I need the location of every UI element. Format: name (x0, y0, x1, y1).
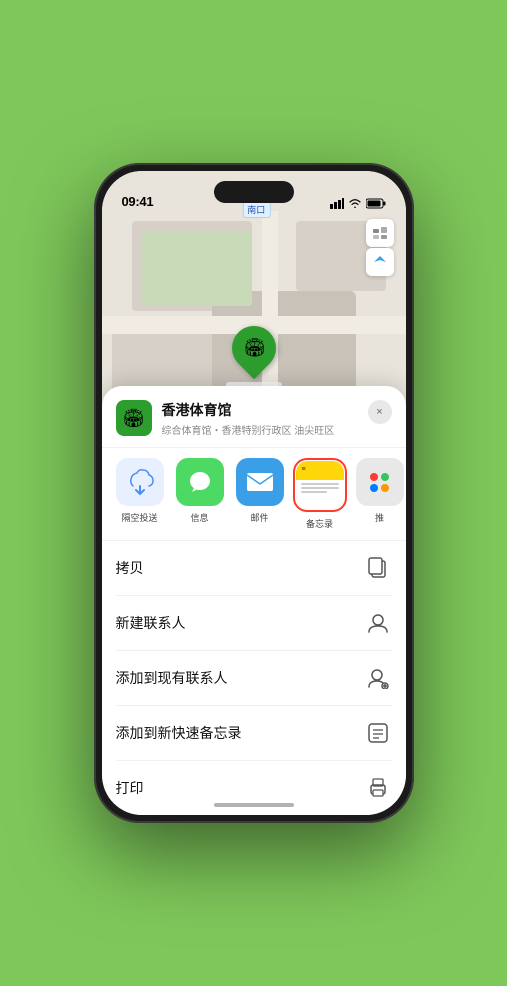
venue-subtitle: 综合体育馆・香港特别行政区 油尖旺区 (162, 422, 358, 437)
dot-yellow (381, 484, 389, 492)
mail-icon-bg (236, 458, 284, 506)
messages-icon-bg (176, 458, 224, 506)
print-label: 打印 (116, 778, 144, 798)
copy-svg-icon (368, 557, 388, 579)
more-dots-grid (366, 469, 393, 496)
add-notes-label: 添加到新快速备忘录 (116, 723, 242, 743)
airdrop-icon (126, 468, 154, 496)
share-item-more[interactable]: 推 (350, 458, 406, 530)
location-button[interactable] (366, 248, 394, 276)
share-item-mail[interactable]: 邮件 (230, 458, 290, 530)
mail-label: 邮件 (250, 511, 268, 524)
map-controls (366, 219, 394, 276)
action-new-contact[interactable]: 新建联系人 (116, 596, 392, 651)
copy-icon (364, 554, 392, 582)
share-item-notes[interactable]: ≡ 备忘录 (290, 458, 350, 530)
phone-frame: 09:41 (94, 163, 414, 823)
location-arrow-icon (373, 255, 387, 269)
share-item-messages[interactable]: 信息 (170, 458, 230, 530)
more-icon-bg (356, 458, 404, 506)
venue-info: 香港体育馆 综合体育馆・香港特别行政区 油尖旺区 (162, 400, 358, 437)
action-add-existing[interactable]: 添加到现有联系人 (116, 651, 392, 706)
more-label: 推 (375, 511, 384, 524)
messages-icon (186, 468, 214, 496)
notes-highlight-border: ≡ (293, 458, 347, 512)
marker-pin: 🏟 (222, 317, 284, 379)
share-item-airdrop[interactable]: 隔空投送 (110, 458, 170, 530)
notes-icon-bg: ≡ (296, 461, 344, 509)
signal-icon (330, 198, 344, 209)
new-contact-svg-icon (367, 612, 389, 634)
home-indicator (214, 803, 294, 807)
dot-blue (370, 484, 378, 492)
notes-label: 备忘录 (306, 517, 333, 530)
print-icon (364, 774, 392, 802)
action-copy[interactable]: 拷贝 (116, 541, 392, 596)
venue-header: 🏟 香港体育馆 综合体育馆・香港特别行政区 油尖旺区 × (102, 386, 406, 448)
new-contact-label: 新建联系人 (116, 613, 186, 633)
action-add-notes[interactable]: 添加到新快速备忘录 (116, 706, 392, 761)
action-list: 拷贝 新建联系人 (102, 541, 406, 815)
venue-name: 香港体育馆 (162, 400, 358, 420)
status-icons (330, 198, 386, 209)
battery-icon (366, 198, 386, 209)
venue-icon: 🏟 (116, 400, 152, 436)
add-existing-svg-icon (367, 667, 389, 689)
dot-green (381, 473, 389, 481)
copy-label: 拷贝 (116, 558, 144, 578)
add-notes-icon (364, 719, 392, 747)
add-existing-label: 添加到现有联系人 (116, 668, 228, 688)
dot-red (370, 473, 378, 481)
dynamic-island (214, 181, 294, 203)
map-green-area (142, 231, 252, 306)
add-existing-icon (364, 664, 392, 692)
map-type-icon (372, 225, 388, 241)
phone-screen: 09:41 (102, 171, 406, 815)
bottom-sheet: 🏟 香港体育馆 综合体育馆・香港特别行政区 油尖旺区 × (102, 386, 406, 815)
wifi-icon (348, 198, 362, 209)
airdrop-label: 隔空投送 (121, 511, 157, 524)
print-svg-icon (367, 778, 389, 798)
map-type-button[interactable] (366, 219, 394, 247)
share-row: 隔空投送 信息 (102, 448, 406, 541)
messages-label: 信息 (190, 511, 208, 524)
add-notes-svg-icon (367, 722, 389, 744)
stadium-icon: 🏟 (242, 338, 265, 359)
close-button[interactable]: × (368, 400, 392, 424)
airdrop-icon-bg (116, 458, 164, 506)
status-time: 09:41 (122, 194, 154, 209)
new-contact-icon (364, 609, 392, 637)
mail-icon (245, 470, 275, 494)
